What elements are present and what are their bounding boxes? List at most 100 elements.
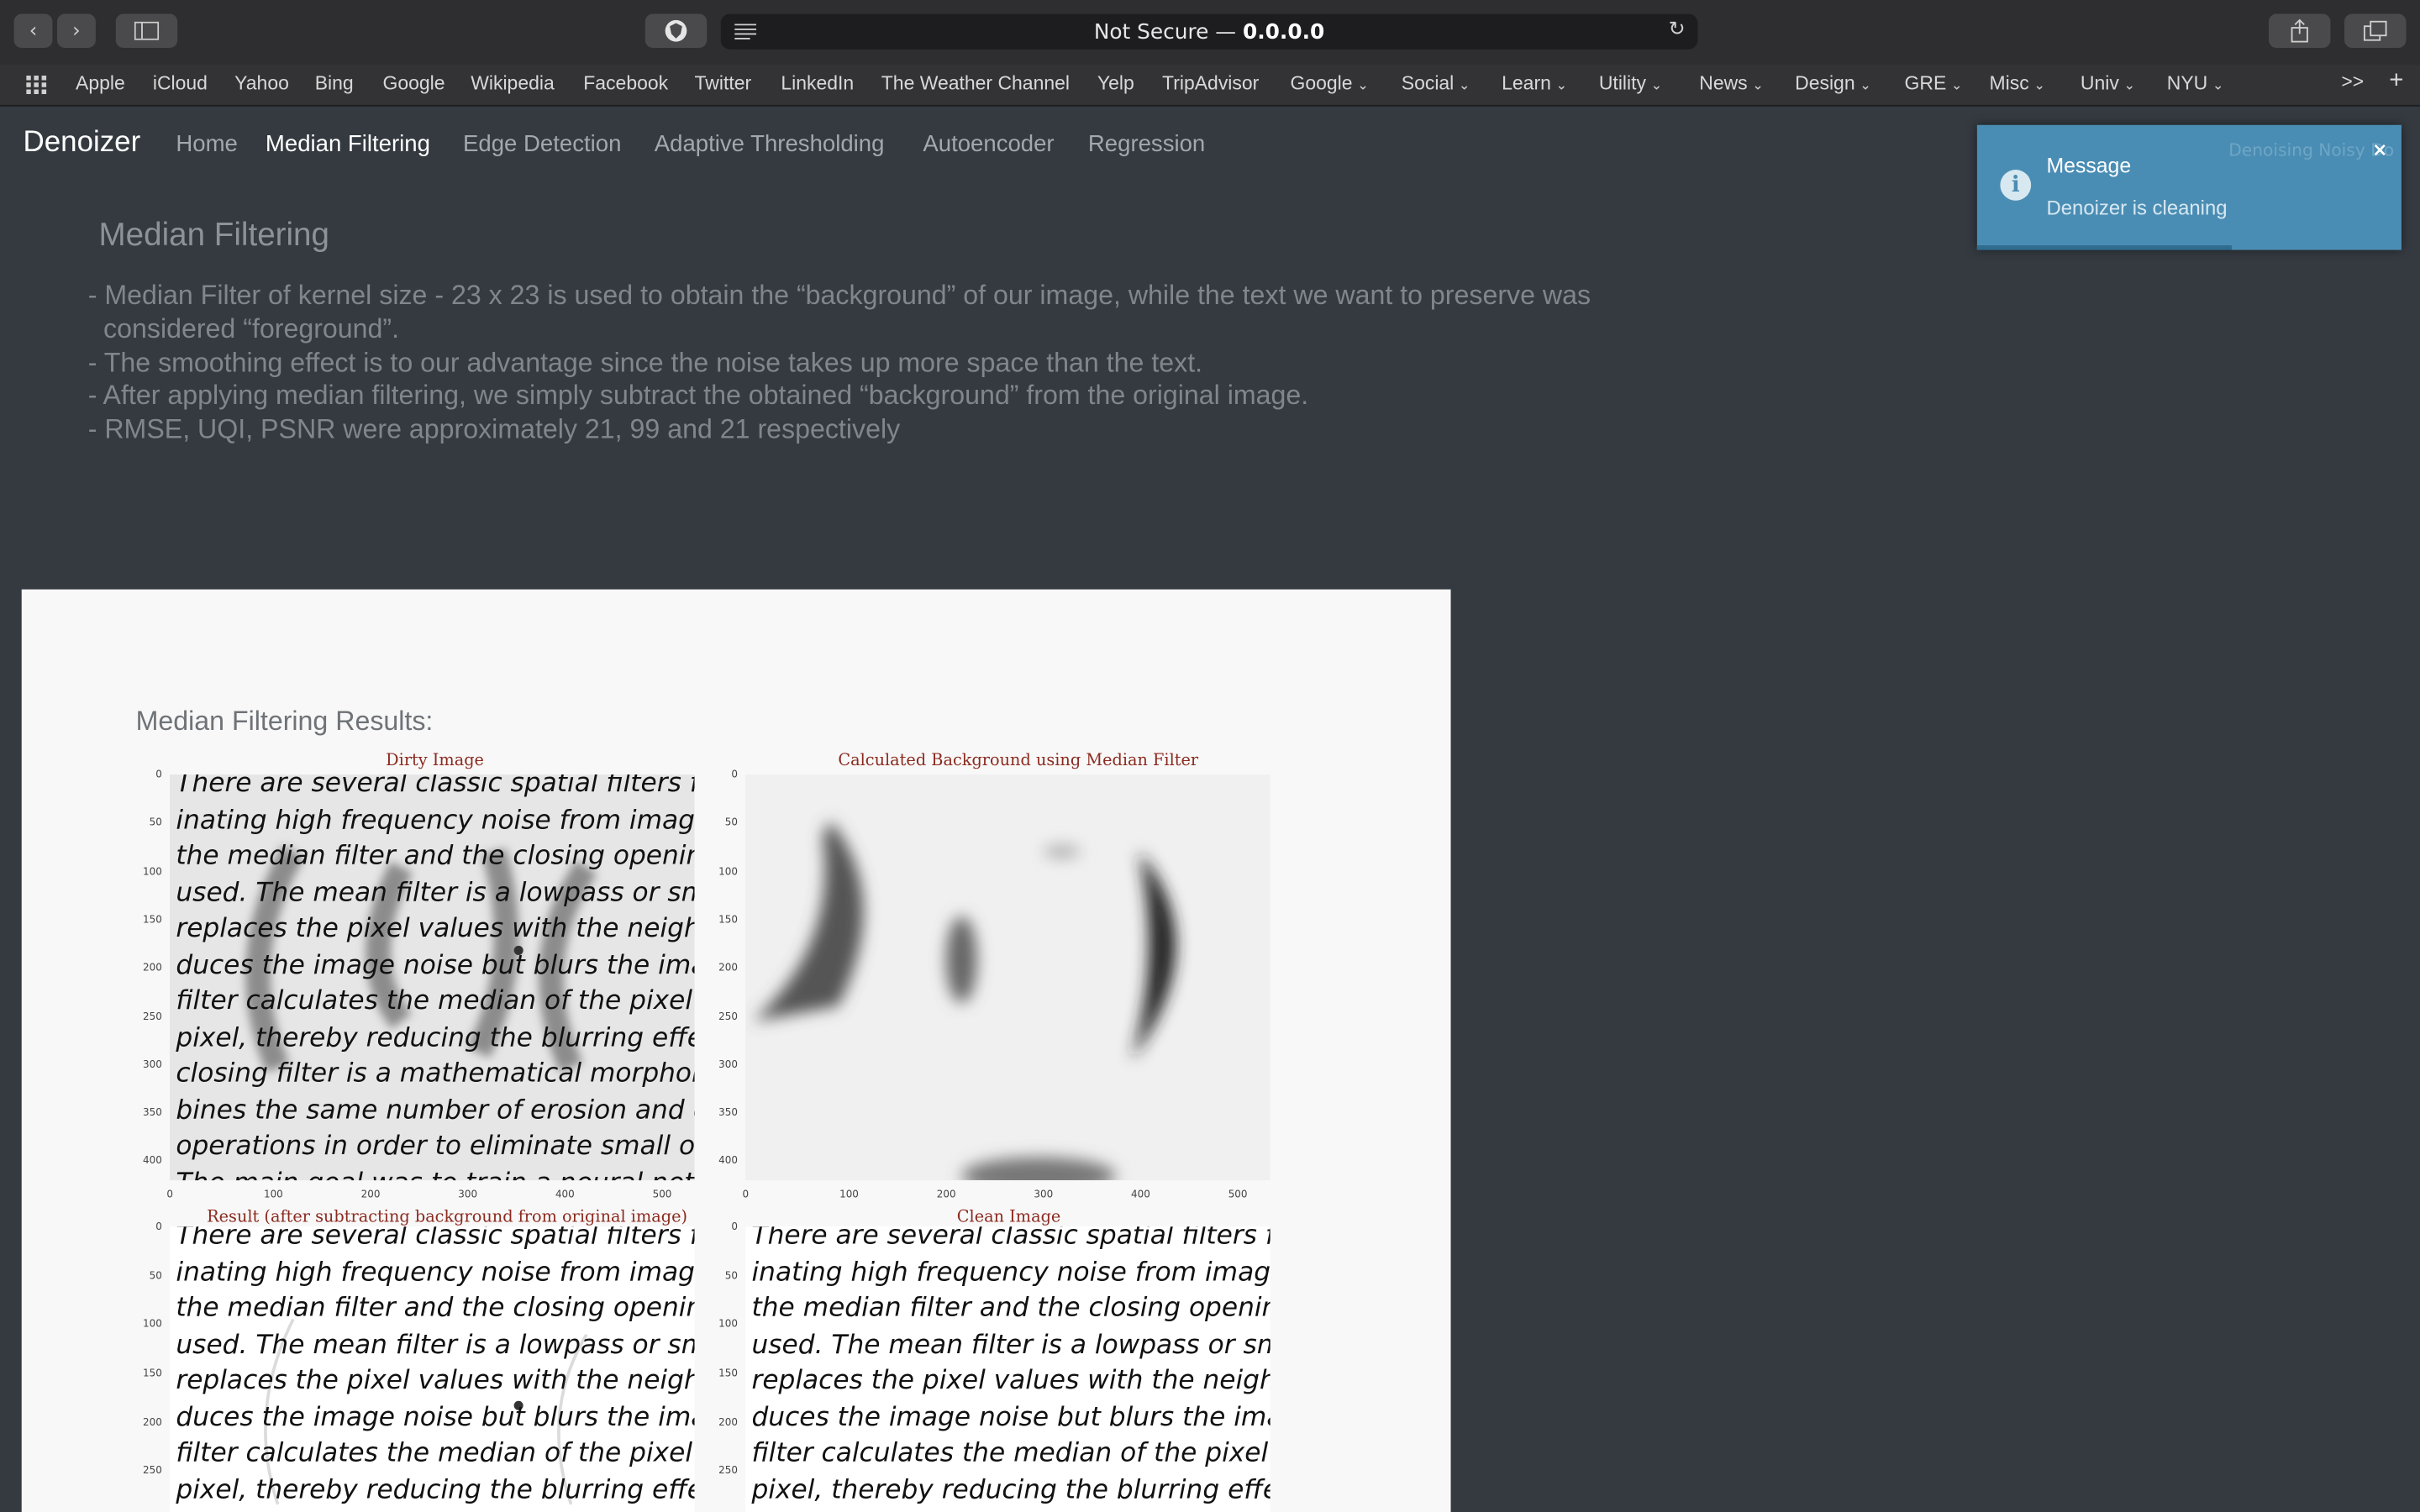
bookmark-label: Bing <box>314 72 354 95</box>
chevron-down-icon: ⌄ <box>1357 76 1369 93</box>
results-panel: Median Filtering Results: Dirty Image Ca… <box>21 589 1451 1512</box>
x-tick-label: 0 <box>166 1188 173 1200</box>
toast-notification: Denoising Noisy Do i Message Denoizer is… <box>1976 124 2402 250</box>
result-image: There are several classic spatial filter… <box>170 1226 695 1512</box>
x-tick-label: 400 <box>555 1188 575 1200</box>
bookmark-label: Apple <box>76 72 125 95</box>
document-text-line: replaces the pixel values with the neigh… <box>751 1365 1270 1397</box>
x-tick-label: 100 <box>839 1188 859 1200</box>
bookmark-icloud[interactable]: iCloud <box>153 72 208 94</box>
shield-icon <box>665 19 687 42</box>
tabs-overview-button[interactable] <box>2344 13 2407 48</box>
document-text-line: replaces the pixel values with the neigh… <box>176 1365 694 1397</box>
document-text-line: There are several classic spatial filter… <box>176 1226 695 1252</box>
bookmark-facebook[interactable]: Facebook <box>583 72 668 94</box>
background-image <box>745 774 1270 1181</box>
bookmarks-overflow-button[interactable]: >> <box>2341 71 2364 92</box>
share-button[interactable] <box>2269 13 2331 48</box>
bookmark-google[interactable]: Google ⌄ <box>1291 72 1369 94</box>
bookmark-gre[interactable]: GRE ⌄ <box>1905 72 1963 94</box>
bookmark-wikipedia[interactable]: Wikipedia <box>471 72 555 94</box>
y-tick-label: 300 <box>143 1058 162 1071</box>
document-text-line: duces the image noise but blurs the imag… <box>176 949 694 981</box>
y-tick-label: 100 <box>718 1318 738 1331</box>
y-tick-label: 250 <box>718 1010 738 1022</box>
y-tick-label: 0 <box>731 1220 738 1233</box>
address-bar[interactable]: Not Secure — 0.0.0.0 ↻ <box>720 13 1698 50</box>
document-text-line: inating high frequency noise from images… <box>176 1257 695 1288</box>
bookmark-nyu[interactable]: NYU ⌄ <box>2167 72 2224 94</box>
url-security-label: Not Secure — <box>1093 18 1244 45</box>
bookmark-learn[interactable]: Learn ⌄ <box>1502 72 1567 94</box>
nav-link-regression[interactable]: Regression <box>1088 131 1205 157</box>
y-tick-label: 200 <box>143 961 162 974</box>
apps-grid-icon[interactable] <box>26 76 48 95</box>
bookmark-google[interactable]: Google <box>383 72 445 94</box>
document-text-line: the median filter and the closing openin… <box>176 841 695 872</box>
bookmark-label: LinkedIn <box>781 72 855 95</box>
site-brand[interactable]: Denoizer <box>24 127 141 160</box>
new-tab-button[interactable]: + <box>2389 68 2403 96</box>
document-text-line: filter calculates the median of the pixe… <box>751 1437 1270 1469</box>
document-text-line: used. The mean filter is a lowpass or sm… <box>176 877 695 908</box>
reader-icon[interactable] <box>733 20 757 42</box>
forward-icon: › <box>72 18 81 43</box>
privacy-shield-button[interactable] <box>644 13 708 48</box>
bookmark-twitter[interactable]: Twitter <box>695 72 752 94</box>
forward-button[interactable]: › <box>56 13 96 48</box>
bookmark-yelp[interactable]: Yelp <box>1097 72 1134 94</box>
bookmark-bing[interactable]: Bing <box>315 72 354 94</box>
chevron-down-icon: ⌄ <box>1950 76 1963 93</box>
chevron-down-icon: ⌄ <box>1555 76 1568 93</box>
bookmark-label: iCloud <box>152 72 208 95</box>
x-tick-label: 300 <box>1034 1188 1054 1200</box>
nav-link-median-filtering[interactable]: Median Filtering <box>266 131 430 157</box>
bookmark-label: Misc <box>1989 72 2029 95</box>
toast-close-button[interactable]: × <box>2372 139 2387 160</box>
x-tick-label: 100 <box>263 1188 283 1200</box>
document-text-line: There are several classic spatial filter… <box>751 1226 1270 1252</box>
bookmark-yahoo[interactable]: Yahoo <box>234 72 289 94</box>
bookmark-univ[interactable]: Univ ⌄ <box>2081 72 2135 94</box>
nav-link-edge-detection[interactable]: Edge Detection <box>463 131 621 157</box>
description-item: - After applying median filtering, we si… <box>87 380 1309 412</box>
reload-icon[interactable]: ↻ <box>1669 18 1686 42</box>
bookmark-apple[interactable]: Apple <box>76 72 125 94</box>
y-tick-label: 150 <box>143 1367 162 1380</box>
y-tick-label: 0 <box>155 768 162 781</box>
bookmark-news[interactable]: News ⌄ <box>1699 72 1764 94</box>
bookmark-utility[interactable]: Utility ⌄ <box>1599 72 1663 94</box>
bookmark-label: TripAdvisor <box>1162 72 1260 95</box>
nav-link-home[interactable]: Home <box>176 131 237 157</box>
tabs-icon <box>2363 20 2387 41</box>
sidebar-toggle-button[interactable] <box>115 13 178 48</box>
bookmark-linkedin[interactable]: LinkedIn <box>781 72 854 94</box>
y-tick-label: 150 <box>143 913 162 926</box>
chevron-down-icon: ⌄ <box>1752 76 1765 93</box>
y-tick-label: 250 <box>718 1464 738 1478</box>
document-text-line: replaces the pixel values with the neigh… <box>176 913 694 945</box>
bookmark-social[interactable]: Social ⌄ <box>1402 72 1470 94</box>
x-tick-label: 200 <box>936 1188 956 1200</box>
y-tick-label: 400 <box>143 1154 162 1168</box>
back-button[interactable]: ‹ <box>13 13 53 48</box>
bookmark-the-weather-channel[interactable]: The Weather Channel <box>881 72 1070 94</box>
plot-title-result: Result (after subtracting background fro… <box>207 1208 688 1227</box>
document-text-line: the median filter and the closing openin… <box>751 1293 1270 1324</box>
nav-link-adaptive-thresholding[interactable]: Adaptive Thresholding <box>655 131 885 157</box>
bookmark-label: News <box>1699 72 1748 95</box>
y-tick-label: 250 <box>143 1010 162 1022</box>
bookmark-misc[interactable]: Misc ⌄ <box>1990 72 2046 94</box>
bookmark-label: Wikipedia <box>471 72 555 95</box>
chevron-down-icon: ⌄ <box>1860 76 1871 93</box>
bookmark-label: The Weather Channel <box>881 72 1071 95</box>
x-tick-label: 200 <box>360 1188 381 1200</box>
plot-title-clean: Clean Image <box>956 1208 1061 1227</box>
nav-link-autoencoder[interactable]: Autoencoder <box>923 131 1054 157</box>
document-text-line: filter calculates the median of the pixe… <box>176 1437 694 1469</box>
document-text-line: The main goal was to train a neural net <box>176 1167 694 1180</box>
toast-background-text: Denoising Noisy Do <box>2228 140 2395 161</box>
bookmark-design[interactable]: Design ⌄ <box>1795 72 1871 94</box>
browser-toolbar: ‹ › Not Secure — 0.0.0.0 ↻ <box>0 0 2420 66</box>
bookmark-tripadvisor[interactable]: TripAdvisor <box>1162 72 1259 94</box>
